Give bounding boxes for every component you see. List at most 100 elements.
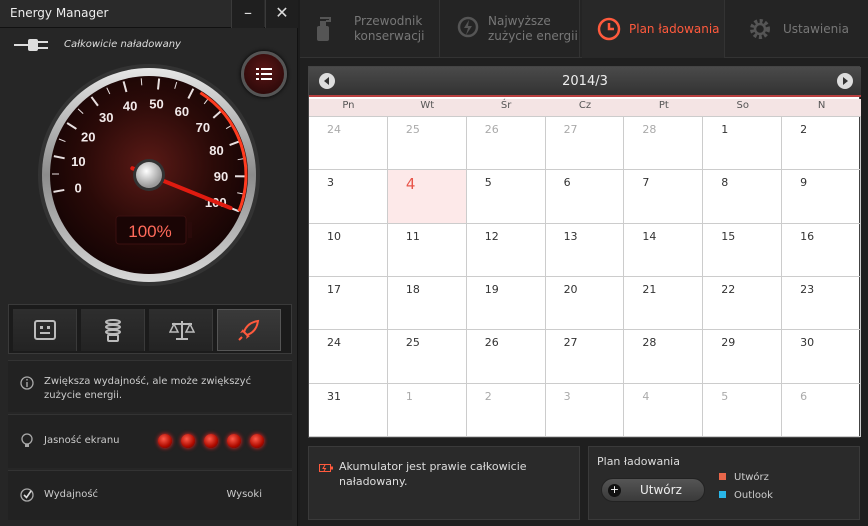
calendar-day[interactable]: 25 <box>387 330 467 384</box>
tab-charging-plan[interactable]: Plan ładowania <box>582 0 725 58</box>
calendar-day[interactable]: 27 <box>545 117 625 171</box>
calendar-day[interactable]: 29 <box>703 330 783 384</box>
spray-bottle-icon <box>317 17 331 41</box>
weekday-label: Wt <box>420 100 435 111</box>
charging-plan-box: Plan ładowania + Utwórz Utwórz Outlook <box>588 446 860 520</box>
mode-spring-button[interactable] <box>81 309 145 351</box>
gauge-tick-label: 80 <box>209 143 223 158</box>
gauge-tick <box>156 78 161 90</box>
calendar-day[interactable]: 6 <box>545 170 625 224</box>
weekday-label: N <box>817 100 826 111</box>
title-bar: Energy Manager – ✕ <box>0 0 298 28</box>
calendar-day[interactable]: 3 <box>545 383 625 437</box>
calendar-day[interactable]: 2 <box>782 117 861 171</box>
calendar-month-title: 2014/3 <box>562 74 608 89</box>
bulb-energy-icon <box>457 16 479 38</box>
brightness-level-indicator[interactable] <box>158 433 273 452</box>
app-title: Energy Manager <box>10 6 109 20</box>
calendar-day[interactable]: 23 <box>782 277 861 331</box>
calendar-day[interactable]: 24 <box>309 330 388 384</box>
calendar-day[interactable]: 10 <box>309 223 388 277</box>
calendar-day[interactable]: 21 <box>624 277 704 331</box>
calendar-day[interactable]: 28 <box>624 330 704 384</box>
calendar-day[interactable]: 11 <box>387 223 467 277</box>
weekday-label: So <box>736 100 749 111</box>
legend-outlook: Outlook <box>719 490 773 501</box>
rocket-icon <box>238 319 260 341</box>
calendar: 2014/3 Pn Wt Śr Cz Pt So N 24 25 26 27 28 1 2 3 4 5 6 7 8 9… <box>308 66 861 438</box>
calendar-day[interactable]: 19 <box>466 277 546 331</box>
calendar-day[interactable]: 4 <box>387 170 467 224</box>
calendar-day[interactable]: 22 <box>703 277 783 331</box>
calendar-day[interactable]: 14 <box>624 223 704 277</box>
mode-description-row: Zwiększa wydajność, ale może zwiększyć z… <box>8 360 292 412</box>
calendar-day[interactable]: 15 <box>703 223 783 277</box>
weekday-label: Pt <box>658 100 669 111</box>
minimize-button[interactable]: – <box>231 0 264 28</box>
legend-outlook-label: Outlook <box>734 490 773 501</box>
brightness-led[interactable] <box>181 434 195 448</box>
robot-face-icon <box>34 320 56 340</box>
right-panel: Przewodnik konserwacji Najwyższe zużycie e… <box>300 0 868 526</box>
next-month-button[interactable] <box>837 73 853 89</box>
weekday-label: Śr <box>500 100 512 111</box>
plus-icon: + <box>608 483 621 497</box>
calendar-day[interactable]: 31 <box>309 383 388 437</box>
clock-icon <box>597 17 621 41</box>
calendar-day[interactable]: 18 <box>387 277 467 331</box>
mode-performance-button[interactable] <box>217 309 281 351</box>
calendar-day[interactable]: 4 <box>624 383 704 437</box>
calendar-day[interactable]: 8 <box>703 170 783 224</box>
calendar-day[interactable]: 5 <box>703 383 783 437</box>
tab-maintenance-guide[interactable]: Przewodnik konserwacji <box>300 0 440 58</box>
tab-settings[interactable]: Ustawienia <box>727 0 868 58</box>
tab-top-energy-usage[interactable]: Najwyższe zużycie energii <box>442 0 580 58</box>
spring-icon <box>105 319 121 342</box>
brightness-label: Jasność ekranu <box>44 435 120 446</box>
calendar-day[interactable]: 17 <box>309 277 388 331</box>
create-plan-button-label: Utwórz <box>640 483 682 497</box>
calendar-day[interactable]: 28 <box>624 117 704 171</box>
legend-create-swatch <box>719 473 726 480</box>
legend-create-label: Utwórz <box>734 472 769 483</box>
calendar-day[interactable]: 12 <box>466 223 546 277</box>
lightbulb-icon <box>21 433 33 447</box>
tab-charging-plan-label: Plan ładowania <box>629 22 720 36</box>
calendar-day[interactable]: 20 <box>545 277 625 331</box>
brightness-row: Jasność ekranu <box>8 414 292 468</box>
scale-icon <box>169 321 195 340</box>
calendar-day[interactable]: 2 <box>466 383 546 437</box>
battery-charging-icon <box>319 464 333 472</box>
calendar-day[interactable]: 5 <box>466 170 546 224</box>
power-mode-bar <box>8 304 292 354</box>
mode-balanced-button[interactable] <box>149 309 213 351</box>
calendar-day[interactable]: 24 <box>309 117 388 171</box>
calendar-day[interactable]: 3 <box>309 170 388 224</box>
calendar-day[interactable]: 27 <box>545 330 625 384</box>
calendar-day[interactable]: 30 <box>782 330 861 384</box>
calendar-day[interactable]: 9 <box>782 170 861 224</box>
battery-status-box: Akumulator jest prawie całkowicie nałado… <box>308 446 580 520</box>
energy-manager-window: Energy Manager – ✕ Całkowicie naładowany <box>0 0 868 526</box>
calendar-day[interactable]: 6 <box>782 383 861 437</box>
calendar-day[interactable]: 13 <box>545 223 625 277</box>
calendar-day[interactable]: 7 <box>624 170 704 224</box>
brightness-led[interactable] <box>250 434 264 448</box>
calendar-day[interactable]: 1 <box>387 383 467 437</box>
weekday-header: Pn Wt Śr Cz Pt So N <box>309 99 861 117</box>
brightness-led[interactable] <box>227 434 241 448</box>
create-plan-button[interactable]: + Utwórz <box>601 478 705 502</box>
gauge-tick-label: 10 <box>71 154 85 169</box>
close-button[interactable]: ✕ <box>265 0 298 28</box>
gauge-tick-label: 50 <box>149 96 163 111</box>
gauge-tick-label: 0 <box>74 181 81 196</box>
calendar-day[interactable]: 25 <box>387 117 467 171</box>
calendar-day[interactable]: 16 <box>782 223 861 277</box>
brightness-led[interactable] <box>158 434 172 448</box>
brightness-led[interactable] <box>204 434 218 448</box>
calendar-day[interactable]: 26 <box>466 117 546 171</box>
top-navigation: Przewodnik konserwacji Najwyższe zużycie e… <box>300 0 868 58</box>
mode-battery-saver-button[interactable] <box>13 309 77 351</box>
calendar-day[interactable]: 26 <box>466 330 546 384</box>
calendar-day[interactable]: 1 <box>703 117 783 171</box>
